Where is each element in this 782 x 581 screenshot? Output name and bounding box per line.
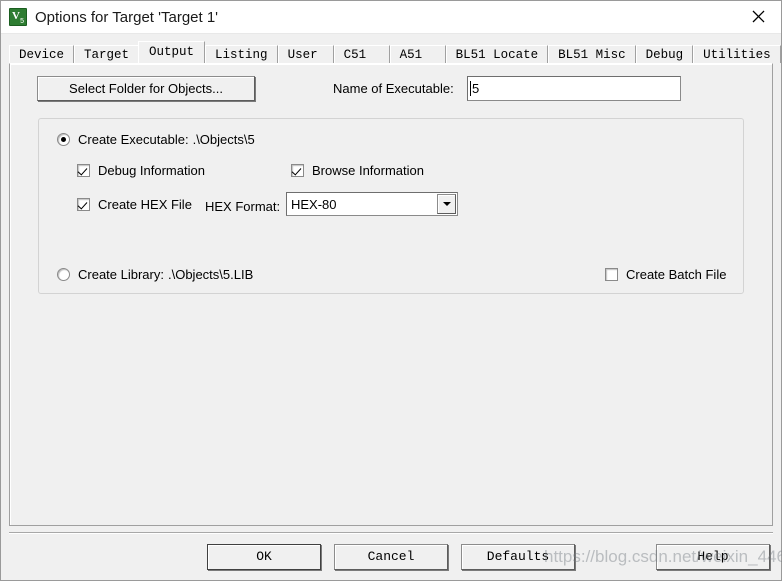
- debug-information-checkbox[interactable]: Debug Information: [77, 163, 205, 178]
- checkbox-indicator-checked: [291, 164, 304, 177]
- text-caret: [470, 81, 471, 96]
- cancel-button[interactable]: Cancel: [334, 544, 448, 570]
- create-executable-label: Create Executable:: [78, 132, 189, 147]
- titlebar: V 5 Options for Target 'Target 1': [1, 1, 781, 34]
- ok-button[interactable]: OK: [207, 544, 321, 570]
- create-hex-file-label: Create HEX File: [98, 197, 192, 212]
- tab-debug[interactable]: Debug: [635, 45, 694, 63]
- tab-output[interactable]: Output: [138, 41, 206, 63]
- browse-information-checkbox[interactable]: Browse Information: [291, 163, 424, 178]
- tab-device[interactable]: Device: [9, 45, 75, 63]
- tab-bl51-locate[interactable]: BL51 Locate: [445, 45, 549, 63]
- tab-strip: Device Target Output Listing User C51 A5…: [9, 41, 781, 63]
- name-of-executable-value: 5: [472, 81, 480, 96]
- create-batch-file-label: Create Batch File: [626, 267, 727, 282]
- name-of-executable-input[interactable]: 5: [467, 76, 681, 101]
- options-dialog: V 5 Options for Target 'Target 1' Device…: [0, 0, 782, 581]
- checkbox-indicator-checked: [77, 164, 90, 177]
- debug-information-label: Debug Information: [98, 163, 205, 178]
- hex-format-value: HEX-80: [291, 196, 337, 212]
- create-executable-radio[interactable]: Create Executable: .\Objects\5: [57, 132, 255, 147]
- tab-target[interactable]: Target: [74, 45, 140, 63]
- output-tab-page: Select Folder for Objects... Name of Exe…: [9, 63, 773, 526]
- icon-glyph-v: V: [12, 10, 20, 22]
- radio-indicator-unchecked: [57, 268, 70, 281]
- browse-information-label: Browse Information: [312, 163, 424, 178]
- output-options-group: Create Executable: .\Objects\5 Debug Inf…: [38, 118, 744, 294]
- tab-utilities[interactable]: Utilities: [693, 45, 781, 63]
- icon-glyph-5: 5: [20, 18, 24, 25]
- keil-uvision5-icon: V 5: [9, 8, 27, 26]
- output-top-row: Select Folder for Objects... Name of Exe…: [10, 64, 772, 112]
- checkbox-indicator-checked: [77, 198, 90, 211]
- hex-format-label: HEX Format:: [205, 199, 281, 214]
- close-icon: [752, 10, 765, 23]
- window-title: Options for Target 'Target 1': [35, 8, 219, 26]
- tab-user[interactable]: User: [277, 45, 334, 63]
- close-button[interactable]: [736, 1, 781, 32]
- create-library-radio[interactable]: Create Library: .\Objects\5.LIB: [57, 267, 253, 282]
- checkbox-indicator-unchecked: [605, 268, 618, 281]
- tab-bl51-misc[interactable]: BL51 Misc: [548, 45, 636, 63]
- tab-c51[interactable]: C51: [333, 45, 390, 63]
- defaults-button[interactable]: Defaults: [461, 544, 575, 570]
- dialog-button-bar: OK Cancel Defaults Help: [1, 534, 781, 580]
- create-library-label: Create Library:: [78, 267, 164, 282]
- tab-a51[interactable]: A51: [389, 45, 446, 63]
- radio-indicator-checked: [57, 133, 70, 146]
- hex-format-combobox[interactable]: HEX-80: [286, 192, 458, 216]
- chevron-down-icon[interactable]: [437, 194, 456, 214]
- help-button[interactable]: Help: [656, 544, 770, 570]
- create-batch-file-checkbox[interactable]: Create Batch File: [605, 267, 726, 282]
- create-executable-path: .\Objects\5: [192, 132, 255, 147]
- select-folder-for-objects-button[interactable]: Select Folder for Objects...: [37, 76, 255, 101]
- create-hex-file-checkbox[interactable]: Create HEX File: [77, 197, 192, 212]
- name-of-executable-label: Name of Executable:: [333, 81, 454, 96]
- create-library-path: .\Objects\5.LIB: [167, 267, 254, 282]
- tab-listing[interactable]: Listing: [205, 45, 278, 63]
